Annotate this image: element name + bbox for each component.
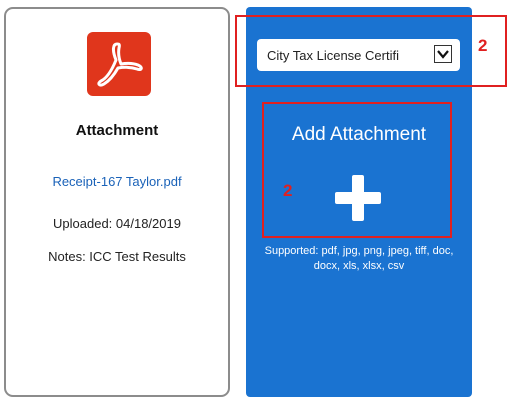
annotation-box-add — [262, 102, 452, 238]
annotation-box-select — [235, 15, 507, 87]
attachment-notes: Notes: ICC Test Results — [48, 249, 186, 264]
pdf-icon — [87, 32, 151, 96]
supported-file-types: Supported: pdf, jpg, png, jpeg, tiff, do… — [264, 245, 454, 272]
attachment-file-link[interactable]: Receipt-167 Taylor.pdf — [6, 174, 228, 189]
attachment-card: Attachment Receipt-167 Taylor.pdf Upload… — [4, 7, 230, 397]
uploaded-date: Uploaded: 04/18/2019 — [53, 216, 181, 231]
annotation-number-1: 2 — [478, 36, 488, 55]
attachment-title: Attachment — [75, 122, 159, 139]
annotation-number-2: 2 — [283, 181, 293, 200]
